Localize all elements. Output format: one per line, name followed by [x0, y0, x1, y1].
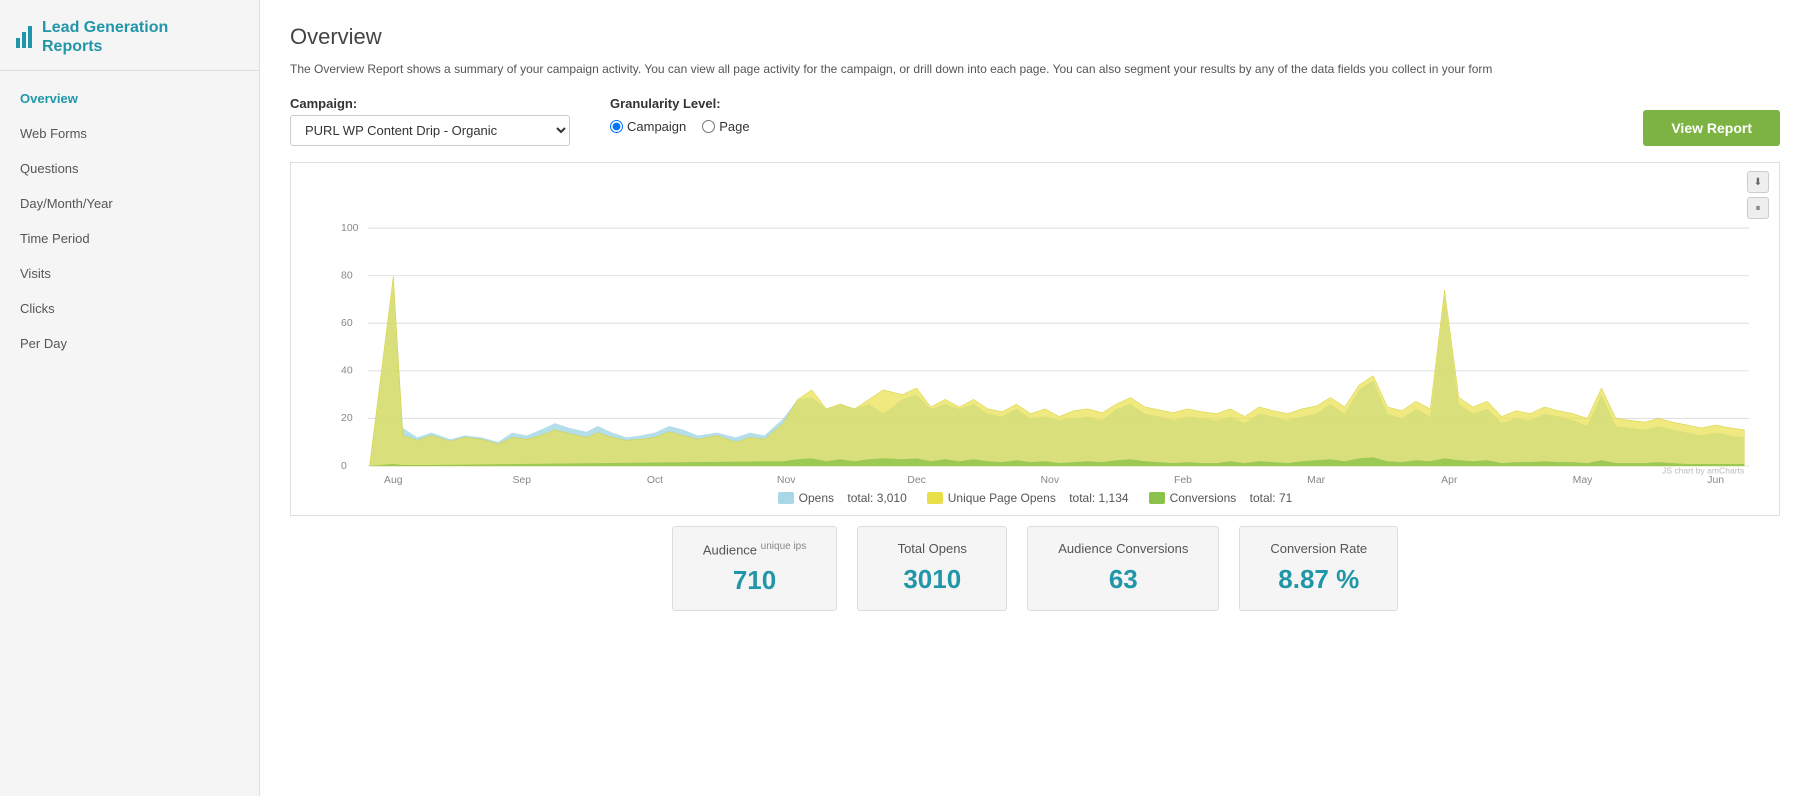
sidebar-item-clicks[interactable]: Clicks — [0, 291, 259, 326]
campaign-group: Campaign: PURL WP Content Drip - Organic — [290, 96, 570, 146]
svg-text:20: 20 — [341, 413, 353, 424]
svg-text:JS chart by amCharts: JS chart by amCharts — [1662, 466, 1744, 476]
svg-text:Mar: Mar — [1307, 475, 1326, 486]
svg-text:May: May — [1573, 475, 1594, 486]
legend-unique-label: Unique Page Opens — [948, 491, 1056, 505]
chart-svg: 0 20 40 60 80 100 — [341, 173, 1749, 483]
sidebar-item-time-period[interactable]: Time Period — [0, 221, 259, 256]
legend-swatch-unique — [927, 492, 943, 504]
chart-icon — [16, 26, 32, 48]
view-report-button[interactable]: View Report — [1643, 110, 1780, 146]
granularity-campaign-label: Campaign — [627, 119, 686, 134]
stat-audience-conversions-value: 63 — [1058, 564, 1188, 595]
sidebar-item-overview[interactable]: Overview — [0, 81, 259, 116]
campaign-label: Campaign: — [290, 96, 570, 111]
chart-container: ⬇ ⏸ 0 20 40 60 80 100 — [290, 162, 1780, 516]
legend-opens-total: total: 3,010 — [847, 491, 906, 505]
legend-unique-total: total: 1,134 — [1069, 491, 1128, 505]
stat-total-opens-label: Total Opens — [888, 541, 976, 556]
stat-audience-conversions: Audience Conversions 63 — [1027, 526, 1219, 611]
stat-audience-value: 710 — [703, 565, 806, 596]
legend-conversions-label: Conversions — [1170, 491, 1237, 505]
stat-conversion-rate: Conversion Rate 8.87 % — [1239, 526, 1398, 611]
svg-text:Feb: Feb — [1174, 475, 1192, 486]
svg-text:60: 60 — [341, 318, 353, 329]
granularity-group: Granularity Level: Campaign Page — [610, 96, 750, 134]
legend-swatch-conversions — [1149, 492, 1165, 504]
svg-text:Nov: Nov — [1040, 475, 1059, 486]
svg-text:100: 100 — [341, 223, 359, 234]
svg-text:80: 80 — [341, 271, 353, 282]
granularity-campaign-radio[interactable]: Campaign — [610, 119, 686, 134]
campaign-select[interactable]: PURL WP Content Drip - Organic — [290, 115, 570, 146]
svg-text:Aug: Aug — [384, 475, 403, 486]
controls-row: Campaign: PURL WP Content Drip - Organic… — [290, 96, 1780, 146]
sidebar-logo: Lead GenerationReports — [0, 0, 259, 71]
legend-conversions-total: total: 71 — [1250, 491, 1293, 505]
sidebar-item-web-forms[interactable]: Web Forms — [0, 116, 259, 151]
legend-unique: Unique Page Opens total: 1,134 — [927, 491, 1129, 505]
stat-conversion-rate-label: Conversion Rate — [1270, 541, 1367, 556]
page-title: Overview — [290, 24, 1780, 50]
chart-inner: 0 20 40 60 80 100 — [291, 163, 1779, 483]
stat-audience: Audience unique ips 710 — [672, 526, 837, 611]
svg-text:Dec: Dec — [907, 475, 926, 486]
stat-total-opens-value: 3010 — [888, 564, 976, 595]
svg-text:40: 40 — [341, 366, 353, 377]
stat-audience-conversions-label: Audience Conversions — [1058, 541, 1188, 556]
granularity-radio-row: Campaign Page — [610, 115, 750, 134]
legend-opens-label: Opens — [799, 491, 834, 505]
svg-text:Nov: Nov — [777, 475, 796, 486]
stat-conversion-rate-value: 8.87 % — [1270, 564, 1367, 595]
legend-swatch-opens — [778, 492, 794, 504]
legend-conversions: Conversions total: 71 — [1149, 491, 1293, 505]
sidebar-item-questions[interactable]: Questions — [0, 151, 259, 186]
sidebar-item-day-month-year[interactable]: Day/Month/Year — [0, 186, 259, 221]
sidebar: Lead GenerationReports Overview Web Form… — [0, 0, 260, 796]
sidebar-item-per-day[interactable]: Per Day — [0, 326, 259, 361]
svg-text:Jun: Jun — [1707, 475, 1724, 486]
svg-text:Oct: Oct — [647, 475, 663, 486]
app-title: Lead GenerationReports — [42, 18, 168, 56]
stat-audience-sublabel: unique ips — [761, 541, 807, 552]
page-description: The Overview Report shows a summary of y… — [290, 60, 1780, 78]
chart-legend: Opens total: 3,010 Unique Page Opens tot… — [291, 483, 1779, 515]
sidebar-item-visits[interactable]: Visits — [0, 256, 259, 291]
granularity-page-radio[interactable]: Page — [702, 119, 749, 134]
svg-text:Apr: Apr — [1441, 475, 1458, 486]
legend-opens: Opens total: 3,010 — [778, 491, 907, 505]
granularity-label: Granularity Level: — [610, 96, 750, 111]
svg-text:0: 0 — [341, 461, 347, 472]
sidebar-nav: Overview Web Forms Questions Day/Month/Y… — [0, 71, 259, 371]
main-content: Overview The Overview Report shows a sum… — [260, 0, 1810, 796]
granularity-page-label: Page — [719, 119, 749, 134]
svg-text:Sep: Sep — [512, 475, 531, 486]
stat-audience-label: Audience unique ips — [703, 541, 806, 557]
stats-row: Audience unique ips 710 Total Opens 3010… — [290, 526, 1780, 611]
stat-total-opens: Total Opens 3010 — [857, 526, 1007, 611]
